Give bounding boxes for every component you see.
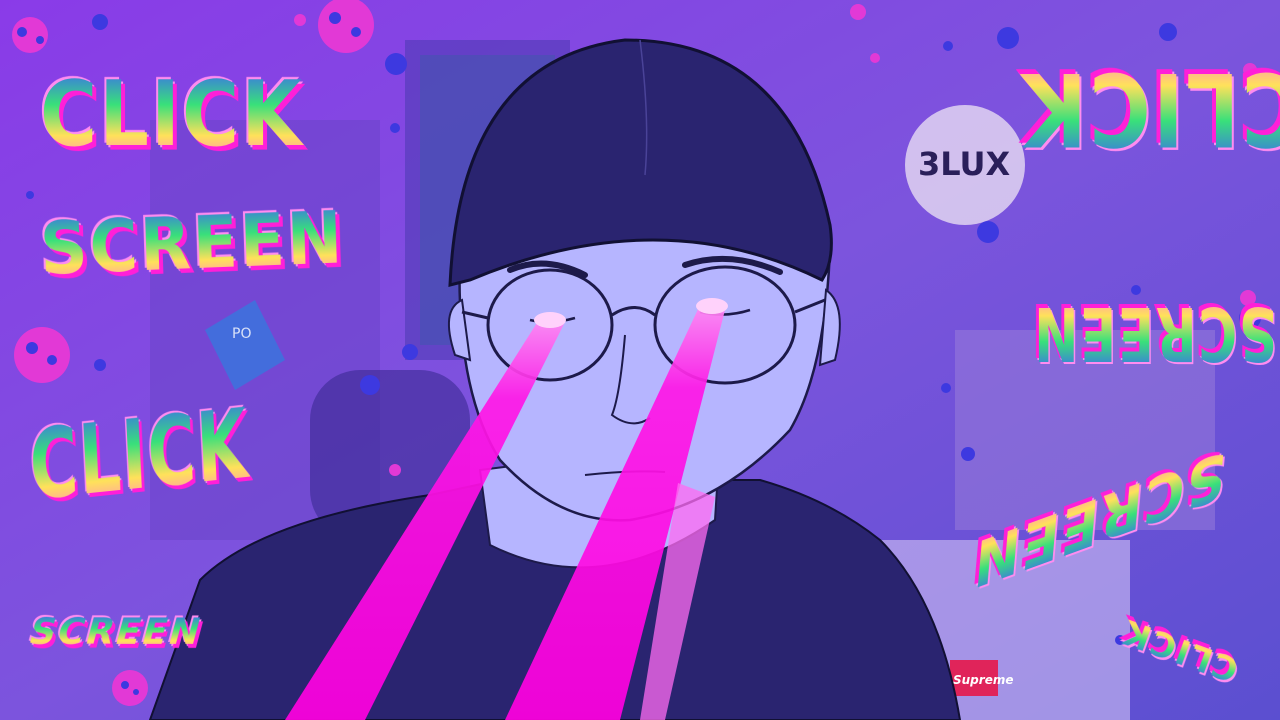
screen-text-top-left: SCREEN [38,195,346,292]
click-text-top-left: CLICK [40,63,304,167]
left-laser-origin [534,312,566,328]
svg-text:3LUX: 3LUX [918,145,1011,183]
svg-text:Supreme: Supreme [953,673,1013,687]
svg-text:PO: PO [232,326,251,342]
screen-text-right: SCREEN [1032,290,1278,376]
click-text-bottom-left: CLICK [27,387,252,522]
right-laser-origin [696,298,728,314]
click-text-top-right: CLICK [1020,50,1280,168]
click-screen-canvas[interactable]: PO 3LUX Supreme CLICK SCREEN CLICK SCREE… [0,0,1280,720]
screen-text-bottom-left: SCREEN [24,612,207,653]
